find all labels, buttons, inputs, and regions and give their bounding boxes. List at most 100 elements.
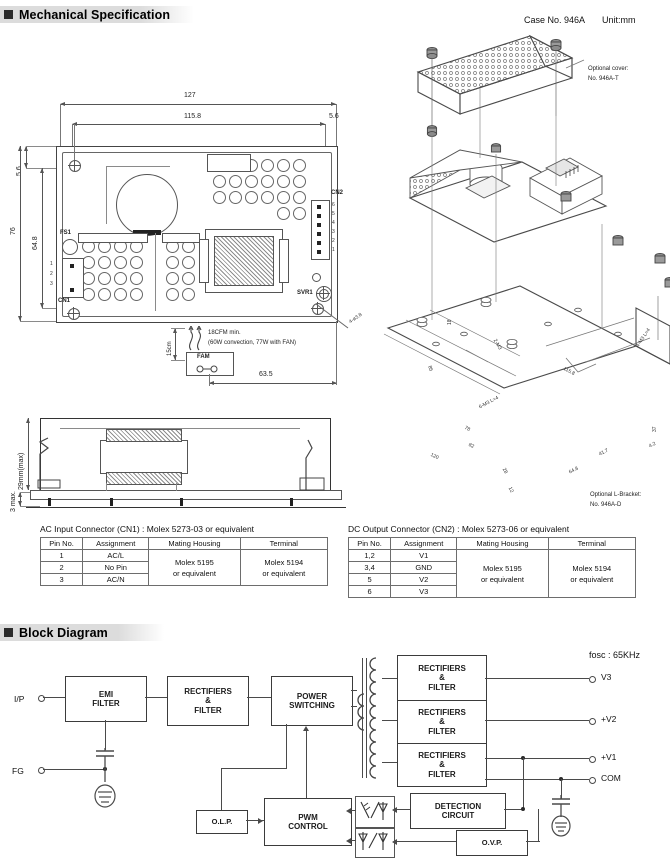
table-header-row: Pin No. Assignment Mating Housing Termin…	[39, 537, 329, 550]
cell-assignment: V1	[390, 549, 458, 562]
transformer-side	[100, 440, 188, 474]
transformer-pin-row	[199, 239, 209, 283]
transformer-core-line	[362, 658, 364, 778]
col-terminal: Terminal	[547, 537, 637, 550]
unit-label: Unit:mm	[602, 15, 636, 25]
dim-height-29mm: 29mm(max)	[18, 452, 25, 490]
power-sw-line1: POWER	[296, 691, 328, 701]
cell-terminal: Molex 5194 or equivalent	[239, 549, 329, 586]
cn1-pin-3: 3	[50, 281, 53, 287]
hole-crosshair	[73, 159, 75, 171]
rect-v1-line2: &	[439, 760, 445, 770]
arrow-ovp-opto	[392, 839, 397, 845]
wire-olp-sense-h	[221, 768, 287, 770]
dc-table-title: DC Output Connector (CN2) : Molex 5273-0…	[348, 524, 570, 534]
power-sw-line2: SWITCHING	[289, 701, 335, 710]
arrow-opto-pwm	[346, 808, 351, 814]
optional-bracket-number: No. 946A-D	[590, 502, 622, 508]
wire-v3-output	[485, 678, 589, 680]
case-number: Case No. 946A	[524, 15, 586, 25]
standoff-pin	[290, 498, 293, 506]
output-label-v2: +V2	[601, 714, 617, 724]
cell-pin: 5	[347, 573, 392, 586]
cell-pin: 6	[347, 585, 392, 598]
ext-line	[74, 124, 75, 160]
airflow-requirement: 18CFM min.	[208, 330, 241, 336]
section-header-mechanical: Mechanical Specification	[0, 6, 194, 23]
fg-earth-ground-icon	[94, 748, 116, 808]
dim-line-127	[60, 102, 336, 106]
terminal-com	[589, 777, 596, 784]
rect-v3-line3: FILTER	[428, 682, 456, 692]
ref-cn1: CN1	[58, 298, 71, 304]
arrow-detection-opto	[392, 807, 397, 813]
wire-coil-rectv1	[382, 762, 397, 764]
cell-assignment: AC/L	[82, 549, 150, 562]
cell-assignment: V2	[390, 573, 458, 586]
ic-block	[207, 154, 251, 172]
mating-housing-line2: or equivalent	[172, 568, 216, 578]
cn1-pin-1: 1	[50, 261, 53, 267]
block-rectifier-v1: RECTIFIERS & FILTER	[397, 743, 487, 787]
rect-in-line1: RECTIFIERS	[184, 686, 232, 696]
dim-63-5: 63.5	[259, 371, 273, 378]
wire-v1-output	[485, 758, 589, 760]
dim-line-64-8	[40, 168, 44, 308]
block-input-rectifiers: RECTIFIERS & FILTER	[167, 676, 249, 726]
right-component-profile	[299, 439, 325, 491]
transformer-core-line	[366, 658, 368, 778]
board-trace	[106, 166, 107, 224]
optional-cover-number: No. 946A-T	[588, 76, 619, 82]
standoff-pin	[48, 498, 51, 506]
standoff-pin	[180, 498, 183, 506]
airflow-icon	[188, 326, 202, 351]
col-pin-no: Pin No.	[347, 537, 392, 550]
block-detection-circuit: DETECTION CIRCUIT	[410, 793, 506, 829]
wire-olp-sense	[221, 768, 223, 810]
optional-bracket-label: Optional L-Bracket:	[590, 492, 642, 498]
section-title-block-diagram: Block Diagram	[19, 625, 108, 640]
wire-olp-sense-v	[286, 724, 288, 769]
cn2-pin-4: 4	[332, 220, 335, 226]
terminal-v1	[589, 756, 596, 763]
wire-v1-ovp	[526, 841, 540, 843]
block-rectifier-v3: RECTIFIERS & FILTER	[397, 655, 487, 701]
board-trace	[106, 166, 170, 167]
dim-line-15cm	[173, 328, 177, 360]
transformer-core-side	[106, 429, 182, 442]
cn1-pin-mark	[70, 288, 74, 292]
terminal-line2: or equivalent	[262, 568, 306, 578]
cn2-pin-2: 2	[332, 238, 335, 244]
cell-assignment: V3	[390, 585, 458, 598]
dim-64-8: 64.8	[32, 236, 39, 250]
mounting-hole	[68, 308, 80, 320]
wire-ovp-tap	[538, 809, 540, 841]
cell-pin: 1	[39, 549, 84, 562]
iso-dim-37: 37	[652, 426, 658, 432]
junction-dot-detection	[521, 807, 525, 811]
datasheet-page: Mechanical Specification Case No. 946A U…	[0, 0, 670, 858]
pwm-line1: PWM	[298, 812, 318, 822]
hole-crosshair	[72, 307, 74, 319]
fan-symbol-icon	[196, 365, 218, 373]
mounting-hole	[69, 160, 81, 172]
board-trace	[155, 233, 156, 311]
dim-standoff-3max: 3 max.	[10, 490, 17, 512]
dim-5-6-right: 5.6	[329, 113, 339, 120]
olp-label: O.L.P.	[211, 817, 233, 827]
block-pwm-control: PWM CONTROL	[264, 798, 352, 846]
mating-housing-line1: Molex 5195	[483, 563, 522, 573]
dim-line-76	[18, 146, 22, 321]
cell-mating-housing: Molex 5195 or equivalent	[456, 549, 549, 598]
ground-reference-line	[26, 507, 346, 509]
col-mating-housing: Mating Housing	[148, 537, 241, 550]
pcb-via	[312, 273, 321, 282]
capacitor-outline	[116, 174, 178, 236]
block-olp: O.L.P.	[196, 810, 248, 834]
ext-line	[325, 124, 326, 146]
cn2-pin-6: 6	[332, 202, 335, 208]
cell-pin: 3	[39, 573, 84, 586]
cn2-pin-1: 1	[332, 247, 335, 253]
col-terminal: Terminal	[239, 537, 329, 550]
arrow-ovp-pwm	[346, 838, 351, 844]
